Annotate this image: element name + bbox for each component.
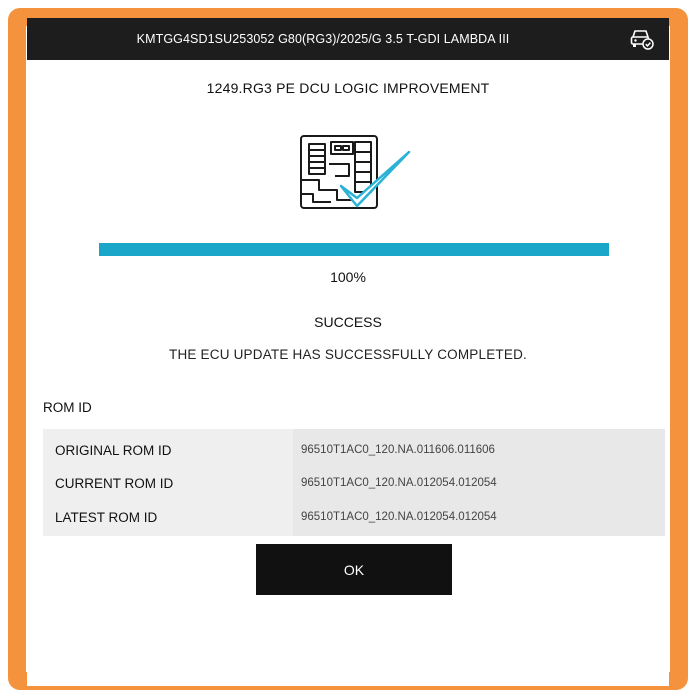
rom-value: 96510T1AC0_120.NA.011606.011606 [301, 444, 495, 456]
rom-id-table: ORIGINAL ROM ID 96510T1AC0_120.NA.011606… [43, 429, 665, 536]
ecu-check-icon [300, 135, 411, 209]
rom-row-original: ORIGINAL ROM ID 96510T1AC0_120.NA.011606… [43, 434, 665, 468]
rom-row-latest: LATEST ROM ID 96510T1AC0_120.NA.012054.0… [43, 501, 665, 535]
vehicle-info: KMTGG4SD1SU253052 G80(RG3)/2025/G 3.5 T-… [136, 32, 510, 46]
progress-bar-fill [99, 243, 609, 256]
rom-row-current: CURRENT ROM ID 96510T1AC0_120.NA.012054.… [43, 467, 665, 501]
rom-value: 96510T1AC0_120.NA.012054.012054 [301, 511, 497, 523]
top-bar: KMTGG4SD1SU253052 G80(RG3)/2025/G 3.5 T-… [27, 18, 669, 60]
rom-id-heading: ROM ID [43, 400, 92, 415]
rom-label: CURRENT ROM ID [55, 476, 174, 491]
rom-label: LATEST ROM ID [55, 510, 158, 525]
update-title: 1249.RG3 PE DCU LOGIC IMPROVEMENT [206, 80, 490, 96]
rom-value: 96510T1AC0_120.NA.012054.012054 [301, 477, 497, 489]
status-message: THE ECU UPDATE HAS SUCCESSFULLY COMPLETE… [169, 347, 527, 362]
rom-label: ORIGINAL ROM ID [55, 443, 172, 458]
progress-percent: 100% [330, 269, 366, 285]
progress-bar [99, 243, 609, 256]
status-title: SUCCESS [314, 314, 382, 330]
update-screen: KMTGG4SD1SU253052 G80(RG3)/2025/G 3.5 T-… [27, 18, 669, 686]
ok-button[interactable]: OK [256, 544, 452, 595]
vehicle-status-icon[interactable] [629, 27, 655, 51]
